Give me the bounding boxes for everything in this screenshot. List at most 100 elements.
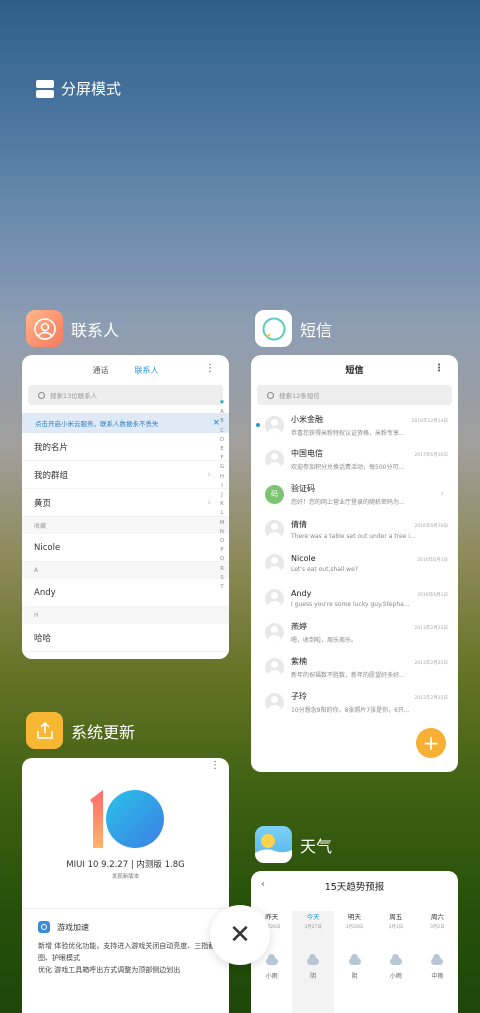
message-snippet: 您好！您的网上营业厅登录的随机密码为... bbox=[291, 498, 405, 506]
contact-row[interactable]: 黄页 › bbox=[22, 489, 229, 517]
alphabet-index-letter[interactable]: M bbox=[217, 519, 227, 528]
new-message-button[interactable]: + bbox=[416, 728, 446, 758]
alphabet-index-letter[interactable]: D bbox=[217, 436, 227, 445]
weather-card[interactable]: ‹ 15天趋势预报 昨天 3月26日 小雨 今天 3月27日阴明天 3月28日阴周五 3月1… bbox=[251, 871, 458, 1013]
cloud-icon bbox=[307, 954, 320, 965]
message-item[interactable]: 子玲 2013年2月22日 10分想念9阳的你，8张照片7张是你，6只... bbox=[251, 685, 458, 720]
back-icon[interactable]: ‹ bbox=[261, 879, 265, 890]
forecast-condition: 小雨 bbox=[389, 973, 402, 980]
contact-row[interactable]: Nicole bbox=[22, 534, 229, 562]
sms-app-header[interactable]: 短信 bbox=[255, 310, 332, 347]
weather-app-name: 天气 bbox=[300, 836, 333, 856]
forecast-condition: 中雨 bbox=[431, 973, 444, 980]
alphabet-index-letter[interactable]: L bbox=[217, 509, 227, 518]
message-body: 紫楠 2013年2月22日 新年的祝福数不胜数，新年的愿望好多好... bbox=[291, 656, 448, 679]
cloud-icon bbox=[265, 954, 278, 965]
sms-card[interactable]: 短信 ⋮ 搜索12条短信 小米金融 2018年12月14日 恭喜您获得米粉特权认证资… bbox=[251, 355, 458, 772]
alphabet-index-letter[interactable]: R bbox=[217, 565, 227, 574]
message-header: 紫楠 2013年2月22日 bbox=[291, 656, 448, 667]
message-header: 子玲 2013年2月22日 bbox=[291, 691, 448, 702]
contact-row-label: 我的名片 bbox=[34, 442, 69, 453]
alphabet-index-letter[interactable]: E bbox=[217, 445, 227, 454]
forecast-day: 今天 3月27日阴 bbox=[292, 911, 334, 1013]
sender-name: 紫楠 bbox=[291, 656, 307, 666]
more-icon[interactable]: ⋮ bbox=[205, 364, 215, 374]
contacts-card[interactable]: 通话 联系人 ⋮ 搜索13位联系人 点击开启小米云服务，联系人数据永不丢失 × … bbox=[22, 355, 229, 659]
message-body: Andy 2016年6月1日 I guess you're some lucky g… bbox=[291, 589, 448, 608]
weather-app-header[interactable]: 天气 bbox=[255, 826, 332, 863]
section-header: 收藏 bbox=[22, 517, 229, 534]
avatar bbox=[265, 519, 284, 539]
alphabet-index-letter[interactable]: B bbox=[217, 417, 227, 426]
avatar bbox=[265, 692, 284, 712]
contact-row[interactable]: 我的群组 › bbox=[22, 461, 229, 489]
contacts-search-input[interactable]: 搜索13位联系人 bbox=[28, 385, 223, 405]
message-item[interactable]: 中国电信 2017年6月30日 欢迎参加积分兑换话费活动，每500分可... bbox=[251, 443, 458, 478]
contact-row[interactable]: 哈哈 bbox=[22, 624, 229, 652]
alphabet-index[interactable]: ♥ A B C D E F G H I J K L M N O P Q R S T bbox=[217, 399, 227, 592]
alphabet-index-letter[interactable]: Q bbox=[217, 555, 227, 564]
message-time: 2013年2月22日 bbox=[414, 695, 448, 701]
split-screen-button[interactable]: 分屏模式 bbox=[36, 78, 121, 99]
forecast-row: 昨天 3月26日 小雨 今天 3月27日阴明天 3月28日阴周五 3月1日 小雨 周六 3月2日中… bbox=[251, 901, 458, 1013]
more-icon[interactable]: ⋮ bbox=[434, 364, 444, 374]
update-card[interactable]: ⋮ MIUI 10 9.2.27 | 内测版 1.8G 发现新版本 游戏加速 新… bbox=[22, 758, 229, 1013]
message-snippet: There was a table set out under a tree i… bbox=[291, 532, 416, 540]
tab-calls[interactable]: 通话 bbox=[93, 365, 109, 376]
forecast-date: 3月27日 bbox=[304, 925, 322, 930]
alphabet-index-letter[interactable]: F bbox=[217, 454, 227, 463]
weather-title: 15天趋势预报 bbox=[324, 882, 385, 893]
alphabet-index-letter[interactable]: C bbox=[217, 427, 227, 436]
sms-search-input[interactable]: 搜索12条短信 bbox=[257, 385, 452, 405]
chevron-right-icon: › bbox=[207, 497, 211, 508]
alphabet-index-letter[interactable]: J bbox=[217, 491, 227, 500]
alphabet-index-letter[interactable]: ♥ bbox=[217, 399, 227, 408]
feature-heading: 游戏加速 bbox=[38, 921, 89, 933]
message-body: 倩倩 2016年6月10日 There was a table set out un… bbox=[291, 519, 448, 540]
alphabet-index-letter[interactable]: G bbox=[217, 463, 227, 472]
message-item[interactable]: 小米金融 2018年12月14日 恭喜您获得米粉特权认证资格，米粉专享... bbox=[251, 408, 458, 443]
message-header: 中国电信 2017年6月30日 bbox=[291, 448, 448, 459]
feature-title: 游戏加速 bbox=[57, 922, 89, 932]
version-text: MIUI 10 9.2.27 | 内测版 1.8G bbox=[66, 860, 185, 870]
message-snippet: 10分想念9阳的你，8张照片7张是你，6只... bbox=[291, 706, 410, 714]
contacts-app-header[interactable]: 联系人 bbox=[26, 310, 119, 347]
more-icon[interactable]: ⋮ bbox=[210, 761, 220, 771]
message-snippet: Let's eat out,shall we? bbox=[291, 566, 358, 574]
sender-name: 燕婷 bbox=[291, 622, 307, 632]
alphabet-index-letter[interactable]: O bbox=[217, 537, 227, 546]
tab-contacts[interactable]: 联系人 bbox=[135, 365, 159, 376]
close-all-button[interactable]: ✕ bbox=[210, 905, 270, 965]
message-item[interactable]: Andy 2016年6月1日 I guess you're some lucky g… bbox=[251, 581, 458, 616]
avatar bbox=[265, 450, 284, 470]
message-item[interactable]: 紫楠 2013年2月22日 新年的祝福数不胜数，新年的愿望好多好... bbox=[251, 650, 458, 685]
alphabet-index-letter[interactable]: A bbox=[217, 408, 227, 417]
cloud-service-banner[interactable]: 点击开启小米云服务，联系人数据永不丢失 × bbox=[22, 413, 229, 433]
alphabet-index-letter[interactable]: T bbox=[217, 583, 227, 592]
contact-row[interactable]: Andy bbox=[22, 579, 229, 607]
message-item[interactable]: 燕婷 2013年2月22日 嗯，收到啦，周乐周乐。 bbox=[251, 616, 458, 651]
split-screen-label: 分屏模式 bbox=[61, 80, 122, 98]
alphabet-index-letter[interactable]: K bbox=[217, 500, 227, 509]
sender-name: 倩倩 bbox=[291, 519, 307, 529]
alphabet-index-letter[interactable]: H bbox=[217, 473, 227, 482]
forecast-condition: 阴 bbox=[351, 973, 358, 980]
update-app-header[interactable]: 系统更新 bbox=[26, 712, 135, 749]
message-time: 2017年6月30日 bbox=[414, 453, 448, 459]
alphabet-index-letter[interactable]: I bbox=[217, 482, 227, 491]
unread-dot bbox=[256, 423, 260, 427]
message-item[interactable]: Nicole 2016年6月1日 Let's eat out,shall we? bbox=[251, 546, 458, 581]
contact-row[interactable]: 我的名片 bbox=[22, 433, 229, 461]
message-header: 小米金融 2018年12月14日 bbox=[291, 414, 448, 425]
message-item[interactable]: 倩倩 2016年6月10日 There was a table set out un… bbox=[251, 512, 458, 547]
message-item[interactable]: 码验证码 您好！您的网上营业厅登录的随机密码为... › bbox=[251, 477, 458, 512]
update-app-icon bbox=[26, 712, 63, 749]
message-snippet: 恭喜您获得米粉特权认证资格，米粉专享... bbox=[291, 429, 405, 437]
message-snippet: 欢迎参加积分兑换话费活动，每500分可... bbox=[291, 464, 405, 472]
forecast-day: 周六 3月2日 中雨 bbox=[417, 911, 458, 1013]
alphabet-index-letter[interactable]: S bbox=[217, 574, 227, 583]
alphabet-index-letter[interactable]: N bbox=[217, 528, 227, 537]
forecast-day-name: 周六 bbox=[430, 913, 444, 921]
alphabet-index-letter[interactable]: P bbox=[217, 546, 227, 555]
message-body: 小米金融 2018年12月14日 恭喜您获得米粉特权认证资格，米粉专享... bbox=[291, 414, 448, 437]
